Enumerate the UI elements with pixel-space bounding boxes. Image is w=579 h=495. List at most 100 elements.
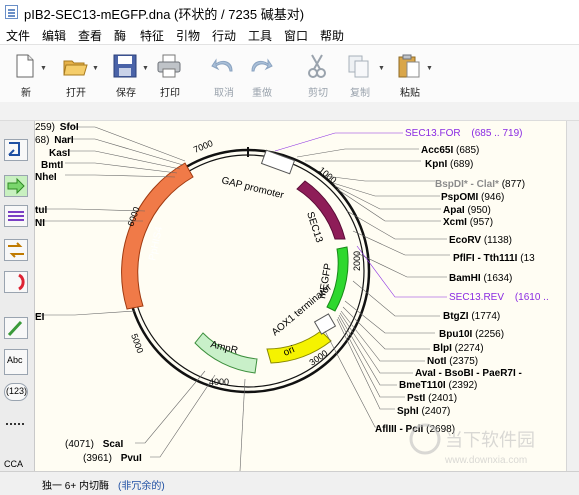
menu-file[interactable]: 文件 <box>6 27 30 44</box>
pen-tool[interactable] <box>4 317 28 339</box>
site-blpi[interactable]: BlpI (2274) <box>433 343 484 354</box>
paste-button[interactable]: 粘贴 <box>388 49 432 99</box>
menu-edit[interactable]: 编辑 <box>42 27 66 44</box>
feature-arrow-tool[interactable] <box>4 175 28 197</box>
site-sec13-for[interactable]: SEC13.FOR (685 .. 719) <box>405 128 523 139</box>
copy-label: 复制 <box>350 88 370 99</box>
site-btgzi[interactable]: BtgZI (1774) <box>443 311 500 322</box>
menu-primers[interactable]: 引物 <box>176 27 200 44</box>
site-xcmi[interactable]: XcmI (957) <box>443 217 493 228</box>
open-dropdown-icon[interactable]: ▼ <box>92 65 99 72</box>
tick-4000: 4000 <box>209 377 229 387</box>
tick-5000: 5000 <box>129 332 145 354</box>
print-button[interactable]: 打印 <box>148 49 192 99</box>
tick-1000: 1000 <box>317 165 339 186</box>
site-nhei[interactable]: NheI <box>35 172 57 183</box>
site-bmti[interactable]: BmtI <box>41 160 63 171</box>
open-folder-icon <box>63 60 88 76</box>
site-pspomi[interactable]: PspOMI (946) <box>441 192 504 203</box>
site-pvui[interactable]: (3961) PvuI <box>83 453 142 464</box>
site-apai[interactable]: ApaI (950) <box>443 205 491 216</box>
copy-button[interactable]: 复制 <box>338 49 382 99</box>
site-sfoi[interactable]: 259) SfoI <box>35 122 79 133</box>
menu-help[interactable]: 帮助 <box>320 27 344 44</box>
site-kpni[interactable]: KpnI (689) <box>425 159 473 170</box>
menu-view[interactable]: 查看 <box>78 27 102 44</box>
site-scai[interactable]: (4071) ScaI <box>65 439 123 450</box>
cca-label: CCA <box>4 459 24 469</box>
undo-arrow-icon <box>211 58 233 72</box>
toolbar: 新 ▼ 打开 ▼ 保存 ▼ 打印 取消 重做 剪切 复制 ▼ 粘贴 ▼ <box>0 44 579 103</box>
tick-7000: 7000 <box>192 138 214 155</box>
site-tui[interactable]: tuI <box>35 205 47 216</box>
site-bpu10i[interactable]: Bpu10I (2256) <box>439 329 504 340</box>
redo-label: 重做 <box>252 88 272 99</box>
label-sec13: SEC13 <box>304 211 324 245</box>
printer-icon <box>157 54 181 78</box>
new-button[interactable]: 新 <box>4 49 48 99</box>
site-ecorv[interactable]: EcoRV (1138) <box>449 235 512 246</box>
new-dropdown-icon[interactable]: ▼ <box>40 65 47 72</box>
numbering-tool[interactable]: (123) <box>4 383 28 401</box>
left-tool-palette: Abc (123) CCA <box>0 121 35 471</box>
site-kasi[interactable]: KasI <box>49 148 70 159</box>
cut-label: 剪切 <box>308 88 328 99</box>
site-acc65i[interactable]: Acc65I (685) <box>421 145 479 156</box>
vertical-scrollbar[interactable] <box>566 121 579 471</box>
redo-button[interactable]: 重做 <box>240 49 284 99</box>
site-ni[interactable]: NI <box>35 218 45 229</box>
menu-features[interactable]: 特征 <box>140 27 164 44</box>
menu-tools[interactable]: 工具 <box>248 27 272 44</box>
dotted-line-tool[interactable] <box>4 417 28 431</box>
paren-label: (123) <box>6 386 28 396</box>
print-label: 打印 <box>160 88 180 99</box>
align-tool[interactable] <box>4 205 28 227</box>
site-psti[interactable]: PstI (2401) <box>407 393 457 404</box>
menu-bar: 文件 编辑 查看 酶 特征 引物 行动 工具 窗口 帮助 <box>0 24 579 44</box>
select-arrow-icon <box>8 142 20 156</box>
save-disk-icon <box>113 54 137 78</box>
title-bar: pIB2-SEC13-mEGFP.dna (环状的 / 7235 碱基对) <box>0 0 579 24</box>
watermark-brand: 当下软件园 <box>445 430 535 450</box>
arc-tool[interactable] <box>4 271 28 293</box>
direction-tool[interactable] <box>4 239 28 261</box>
site-avai-bsobi-paer7i[interactable]: AvaI - BsoBI - PaeR7I - <box>415 368 522 379</box>
status-nonredundant[interactable]: (非冗余的) <box>118 477 165 492</box>
secondary-toolbar-strip <box>0 102 579 121</box>
site-noti[interactable]: NotI (2375) <box>427 356 478 367</box>
pen-icon <box>7 320 23 337</box>
paste-dropdown-icon[interactable]: ▼ <box>426 65 433 72</box>
status-bar: 独一 6+ 内切酶 (非冗余的) <box>0 471 579 495</box>
save-button[interactable]: 保存 <box>104 49 148 99</box>
site-bamhi[interactable]: BamHI (1634) <box>449 273 512 284</box>
plasmid-map-svg: GAP promoter SEC13 mEGFP AOX1 terminator… <box>35 122 549 471</box>
open-button[interactable]: 打开 <box>54 49 98 99</box>
site-nari[interactable]: 68) NarI <box>35 135 74 146</box>
swap-arrows-icon <box>8 242 24 258</box>
site-bspdi-clai[interactable]: BspDI* - ClaI* (877) <box>435 179 525 190</box>
status-enzyme-filter[interactable]: 独一 6+ 内切酶 <box>42 477 109 492</box>
site-sec13-rev[interactable]: SEC13.REV (1610 .. <box>449 292 549 303</box>
abc-label: Abc <box>7 355 23 365</box>
copy-dropdown-icon[interactable]: ▼ <box>378 65 385 72</box>
site-bmet110i[interactable]: BmeT110I (2392) <box>399 380 477 391</box>
red-arc-icon <box>18 273 25 291</box>
menu-window[interactable]: 窗口 <box>284 27 308 44</box>
site-pflfi-tth111i[interactable]: PflFI - Tth111I (13 <box>453 253 535 264</box>
save-label: 保存 <box>116 88 136 99</box>
new-label: 新 <box>21 88 31 99</box>
dotted-line-icon <box>6 423 26 425</box>
select-tool[interactable] <box>4 139 28 161</box>
site-ei[interactable]: EI <box>35 312 45 323</box>
plasmid-map-canvas[interactable]: GAP promoter SEC13 mEGFP AOX1 terminator… <box>35 121 566 471</box>
menu-enzymes[interactable]: 酶 <box>114 27 126 44</box>
green-arrow-icon <box>7 177 25 195</box>
cut-button[interactable]: 剪切 <box>296 49 340 99</box>
site-sphi[interactable]: SphI (2407) <box>397 406 450 417</box>
menu-actions[interactable]: 行动 <box>212 27 236 44</box>
window-title: pIB2-SEC13-mEGFP.dna (环状的 / 7235 碱基对) <box>24 7 305 22</box>
document-icon <box>5 5 18 19</box>
text-tool[interactable]: Abc <box>4 349 28 375</box>
label-phis4: PpHIS4 <box>147 225 165 261</box>
redo-arrow-icon <box>251 58 273 72</box>
